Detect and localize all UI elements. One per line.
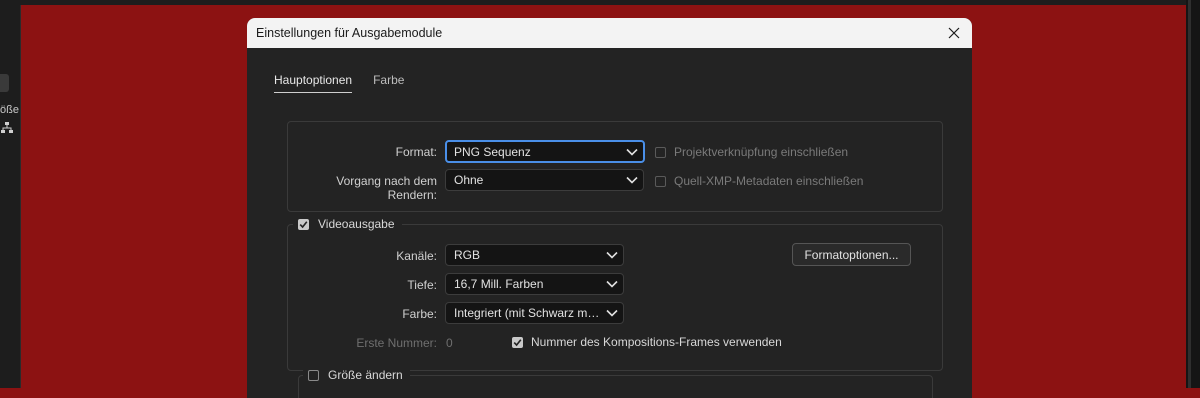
start-number-value[interactable]: 0 [446,336,453,350]
post-render-value: Ohne [454,173,484,187]
include-xmp-label: Quell-XMP-Metadaten einschließen [674,174,864,188]
use-comp-frame-checkbox[interactable]: Nummer des Kompositions-Frames verwenden [512,335,782,349]
tab-bar: Hauptoptionen Farbe [274,73,404,93]
dialog-title: Einstellungen für Ausgabemodule [256,26,443,40]
post-render-dropdown[interactable]: Ohne [445,169,644,191]
checkbox-box [298,218,309,230]
resize-label: Größe ändern [328,368,403,382]
checkbox-box [308,369,319,381]
video-output-checkbox[interactable]: Videoausgabe [293,217,402,231]
channels-label: Kanäle: [396,249,437,263]
format-dropdown[interactable]: PNG Sequenz [445,140,645,163]
color-label: Farbe: [402,307,437,321]
post-render-label: Vorgang nach dem Rendern: [336,174,437,202]
checkbox-box [655,146,666,158]
chevron-down-icon [601,251,623,259]
checkbox-box [655,175,666,187]
include-xmp-checkbox[interactable]: Quell-XMP-Metadaten einschließen [655,174,863,188]
format-label: Format: [395,145,437,159]
chevron-down-icon [601,280,623,288]
format-options-button[interactable]: Formatoptionen... [792,243,911,266]
chevron-down-icon [621,148,643,156]
close-icon [948,27,960,39]
app-top-bar [20,0,1200,5]
checkbox-box [512,336,523,348]
channels-dropdown[interactable]: RGB [445,244,624,266]
resize-checkbox[interactable]: Größe ändern [303,368,410,382]
chevron-down-icon [601,309,623,317]
start-number-label: Erste Nummer: [356,336,437,350]
include-project-link-label: Projektverknüpfung einschließen [674,145,849,159]
depth-label: Tiefe: [407,278,437,292]
panel-label: öße [0,104,19,116]
app-left-panel: öße [0,0,21,388]
scrollbar[interactable] [1188,0,1191,388]
network-icon[interactable] [1,122,13,137]
depth-dropdown[interactable]: 16,7 Mill. Farben [445,273,624,295]
tab-color[interactable]: Farbe [373,73,404,93]
include-project-link-checkbox[interactable]: Projektverknüpfung einschließen [655,145,848,159]
format-value: PNG Sequenz [454,144,531,159]
panel-tab-handle[interactable] [0,74,9,92]
tab-main-options[interactable]: Hauptoptionen [274,73,353,93]
app-right-panel [1186,0,1200,388]
color-dropdown[interactable]: Integriert (mit Schwarz mask… [445,302,624,324]
channels-value: RGB [454,248,481,262]
use-comp-frame-label: Nummer des Kompositions-Frames verwenden [531,335,782,349]
color-value: Integriert (mit Schwarz mask… [454,306,601,320]
output-module-settings-dialog: Einstellungen für Ausgabemodule Hauptopt… [247,18,972,398]
video-output-label: Videoausgabe [318,217,395,231]
dialog-titlebar: Einstellungen für Ausgabemodule [247,18,972,48]
depth-value: 16,7 Mill. Farben [454,277,544,291]
chevron-down-icon [621,176,643,184]
close-button[interactable] [944,23,964,43]
